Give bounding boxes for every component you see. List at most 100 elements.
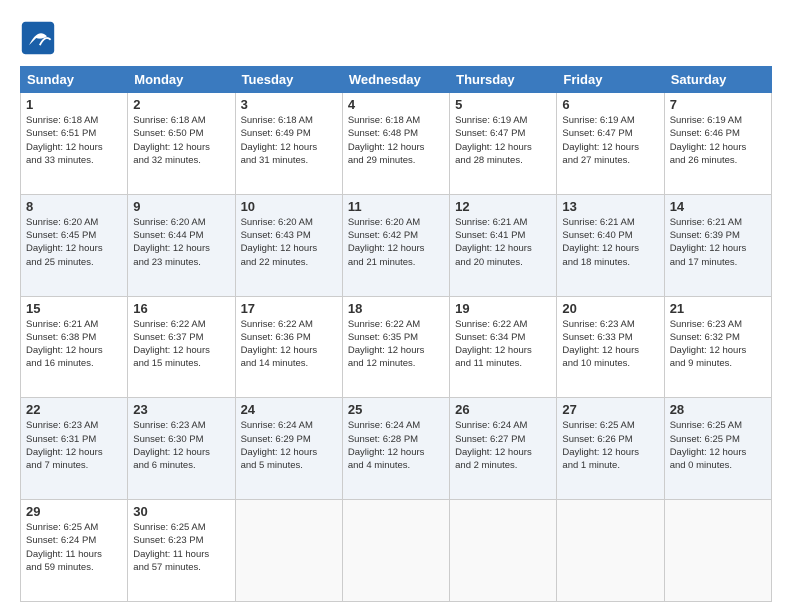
day-info: Sunrise: 6:18 AMSunset: 6:51 PMDaylight:… xyxy=(26,114,122,167)
calendar-header-row: SundayMondayTuesdayWednesdayThursdayFrid… xyxy=(21,67,772,93)
calendar-cell: 22Sunrise: 6:23 AMSunset: 6:31 PMDayligh… xyxy=(21,398,128,500)
header-tuesday: Tuesday xyxy=(235,67,342,93)
calendar-cell: 11 Sunrise: 6:20 AMSunset: 6:42 PMDayligh… xyxy=(342,194,449,296)
calendar-cell: 26 Sunrise: 6:24 AMSunset: 6:27 PMDayligh… xyxy=(450,398,557,500)
day-number: 15 xyxy=(26,301,122,316)
day-info: Sunrise: 6:24 AMSunset: 6:27 PMDaylight:… xyxy=(455,419,551,472)
day-number: 1 xyxy=(26,97,122,112)
day-info: Sunrise: 6:19 AMSunset: 6:47 PMDaylight:… xyxy=(455,114,551,167)
day-info: Sunrise: 6:21 AMSunset: 6:41 PMDaylight:… xyxy=(455,216,551,269)
day-number: 16 xyxy=(133,301,229,316)
logo xyxy=(20,20,60,56)
day-info: Sunrise: 6:18 AMSunset: 6:48 PMDaylight:… xyxy=(348,114,444,167)
day-info: Sunrise: 6:20 AMSunset: 6:42 PMDaylight:… xyxy=(348,216,444,269)
calendar-cell xyxy=(557,500,664,602)
day-number: 12 xyxy=(455,199,551,214)
calendar-week-row: 22Sunrise: 6:23 AMSunset: 6:31 PMDayligh… xyxy=(21,398,772,500)
day-number: 9 xyxy=(133,199,229,214)
calendar-cell: 1 Sunrise: 6:18 AMSunset: 6:51 PMDaylight… xyxy=(21,93,128,195)
calendar-cell: 6 Sunrise: 6:19 AMSunset: 6:47 PMDaylight… xyxy=(557,93,664,195)
header-thursday: Thursday xyxy=(450,67,557,93)
day-info: Sunrise: 6:23 AMSunset: 6:33 PMDaylight:… xyxy=(562,318,658,371)
day-number: 19 xyxy=(455,301,551,316)
calendar-cell: 16 Sunrise: 6:22 AMSunset: 6:37 PMDayligh… xyxy=(128,296,235,398)
header-wednesday: Wednesday xyxy=(342,67,449,93)
day-info: Sunrise: 6:25 AMSunset: 6:24 PMDaylight:… xyxy=(26,521,122,574)
day-number: 14 xyxy=(670,199,766,214)
day-info: Sunrise: 6:22 AMSunset: 6:36 PMDaylight:… xyxy=(241,318,337,371)
day-number: 28 xyxy=(670,402,766,417)
page: SundayMondayTuesdayWednesdayThursdayFrid… xyxy=(0,0,792,612)
day-info: Sunrise: 6:25 AMSunset: 6:23 PMDaylight:… xyxy=(133,521,229,574)
day-info: Sunrise: 6:19 AMSunset: 6:46 PMDaylight:… xyxy=(670,114,766,167)
day-number: 8 xyxy=(26,199,122,214)
day-info: Sunrise: 6:25 AMSunset: 6:26 PMDaylight:… xyxy=(562,419,658,472)
calendar-cell: 7 Sunrise: 6:19 AMSunset: 6:46 PMDaylight… xyxy=(664,93,771,195)
day-number: 4 xyxy=(348,97,444,112)
day-info: Sunrise: 6:18 AMSunset: 6:50 PMDaylight:… xyxy=(133,114,229,167)
day-number: 2 xyxy=(133,97,229,112)
day-info: Sunrise: 6:23 AMSunset: 6:32 PMDaylight:… xyxy=(670,318,766,371)
calendar-cell xyxy=(450,500,557,602)
day-number: 27 xyxy=(562,402,658,417)
calendar-cell xyxy=(235,500,342,602)
calendar-cell: 17 Sunrise: 6:22 AMSunset: 6:36 PMDayligh… xyxy=(235,296,342,398)
calendar-cell: 14 Sunrise: 6:21 AMSunset: 6:39 PMDayligh… xyxy=(664,194,771,296)
day-info: Sunrise: 6:21 AMSunset: 6:40 PMDaylight:… xyxy=(562,216,658,269)
day-info: Sunrise: 6:22 AMSunset: 6:35 PMDaylight:… xyxy=(348,318,444,371)
day-number: 6 xyxy=(562,97,658,112)
day-number: 26 xyxy=(455,402,551,417)
calendar-cell: 30Sunrise: 6:25 AMSunset: 6:23 PMDayligh… xyxy=(128,500,235,602)
calendar-cell: 25Sunrise: 6:24 AMSunset: 6:28 PMDayligh… xyxy=(342,398,449,500)
calendar-cell: 18Sunrise: 6:22 AMSunset: 6:35 PMDayligh… xyxy=(342,296,449,398)
header-sunday: Sunday xyxy=(21,67,128,93)
calendar-cell: 2 Sunrise: 6:18 AMSunset: 6:50 PMDaylight… xyxy=(128,93,235,195)
day-info: Sunrise: 6:19 AMSunset: 6:47 PMDaylight:… xyxy=(562,114,658,167)
day-info: Sunrise: 6:23 AMSunset: 6:30 PMDaylight:… xyxy=(133,419,229,472)
day-info: Sunrise: 6:23 AMSunset: 6:31 PMDaylight:… xyxy=(26,419,122,472)
day-number: 23 xyxy=(133,402,229,417)
calendar-week-row: 29 Sunrise: 6:25 AMSunset: 6:24 PMDayligh… xyxy=(21,500,772,602)
header xyxy=(20,16,772,56)
day-info: Sunrise: 6:20 AMSunset: 6:44 PMDaylight:… xyxy=(133,216,229,269)
calendar-cell: 15 Sunrise: 6:21 AMSunset: 6:38 PMDayligh… xyxy=(21,296,128,398)
calendar-cell: 23 Sunrise: 6:23 AMSunset: 6:30 PMDayligh… xyxy=(128,398,235,500)
day-number: 24 xyxy=(241,402,337,417)
calendar-cell: 28 Sunrise: 6:25 AMSunset: 6:25 PMDayligh… xyxy=(664,398,771,500)
day-info: Sunrise: 6:24 AMSunset: 6:29 PMDaylight:… xyxy=(241,419,337,472)
calendar-table: SundayMondayTuesdayWednesdayThursdayFrid… xyxy=(20,66,772,602)
day-number: 13 xyxy=(562,199,658,214)
day-number: 11 xyxy=(348,199,444,214)
day-number: 3 xyxy=(241,97,337,112)
day-number: 17 xyxy=(241,301,337,316)
header-saturday: Saturday xyxy=(664,67,771,93)
day-number: 5 xyxy=(455,97,551,112)
logo-icon xyxy=(20,20,56,56)
calendar-cell: 10Sunrise: 6:20 AMSunset: 6:43 PMDayligh… xyxy=(235,194,342,296)
day-number: 29 xyxy=(26,504,122,519)
calendar-cell: 13 Sunrise: 6:21 AMSunset: 6:40 PMDayligh… xyxy=(557,194,664,296)
calendar-cell: 8 Sunrise: 6:20 AMSunset: 6:45 PMDaylight… xyxy=(21,194,128,296)
calendar-cell: 24 Sunrise: 6:24 AMSunset: 6:29 PMDayligh… xyxy=(235,398,342,500)
day-number: 20 xyxy=(562,301,658,316)
calendar-cell: 21 Sunrise: 6:23 AMSunset: 6:32 PMDayligh… xyxy=(664,296,771,398)
day-number: 7 xyxy=(670,97,766,112)
day-info: Sunrise: 6:22 AMSunset: 6:37 PMDaylight:… xyxy=(133,318,229,371)
day-number: 21 xyxy=(670,301,766,316)
day-info: Sunrise: 6:20 AMSunset: 6:45 PMDaylight:… xyxy=(26,216,122,269)
calendar-cell: 5 Sunrise: 6:19 AMSunset: 6:47 PMDaylight… xyxy=(450,93,557,195)
calendar-cell: 3 Sunrise: 6:18 AMSunset: 6:49 PMDaylight… xyxy=(235,93,342,195)
day-info: Sunrise: 6:20 AMSunset: 6:43 PMDaylight:… xyxy=(241,216,337,269)
day-info: Sunrise: 6:21 AMSunset: 6:38 PMDaylight:… xyxy=(26,318,122,371)
day-info: Sunrise: 6:18 AMSunset: 6:49 PMDaylight:… xyxy=(241,114,337,167)
calendar-cell: 20 Sunrise: 6:23 AMSunset: 6:33 PMDayligh… xyxy=(557,296,664,398)
day-info: Sunrise: 6:25 AMSunset: 6:25 PMDaylight:… xyxy=(670,419,766,472)
day-info: Sunrise: 6:21 AMSunset: 6:39 PMDaylight:… xyxy=(670,216,766,269)
calendar-cell: 19 Sunrise: 6:22 AMSunset: 6:34 PMDayligh… xyxy=(450,296,557,398)
calendar-cell: 9 Sunrise: 6:20 AMSunset: 6:44 PMDaylight… xyxy=(128,194,235,296)
header-monday: Monday xyxy=(128,67,235,93)
calendar-week-row: 15 Sunrise: 6:21 AMSunset: 6:38 PMDayligh… xyxy=(21,296,772,398)
day-info: Sunrise: 6:22 AMSunset: 6:34 PMDaylight:… xyxy=(455,318,551,371)
day-info: Sunrise: 6:24 AMSunset: 6:28 PMDaylight:… xyxy=(348,419,444,472)
calendar-cell xyxy=(664,500,771,602)
